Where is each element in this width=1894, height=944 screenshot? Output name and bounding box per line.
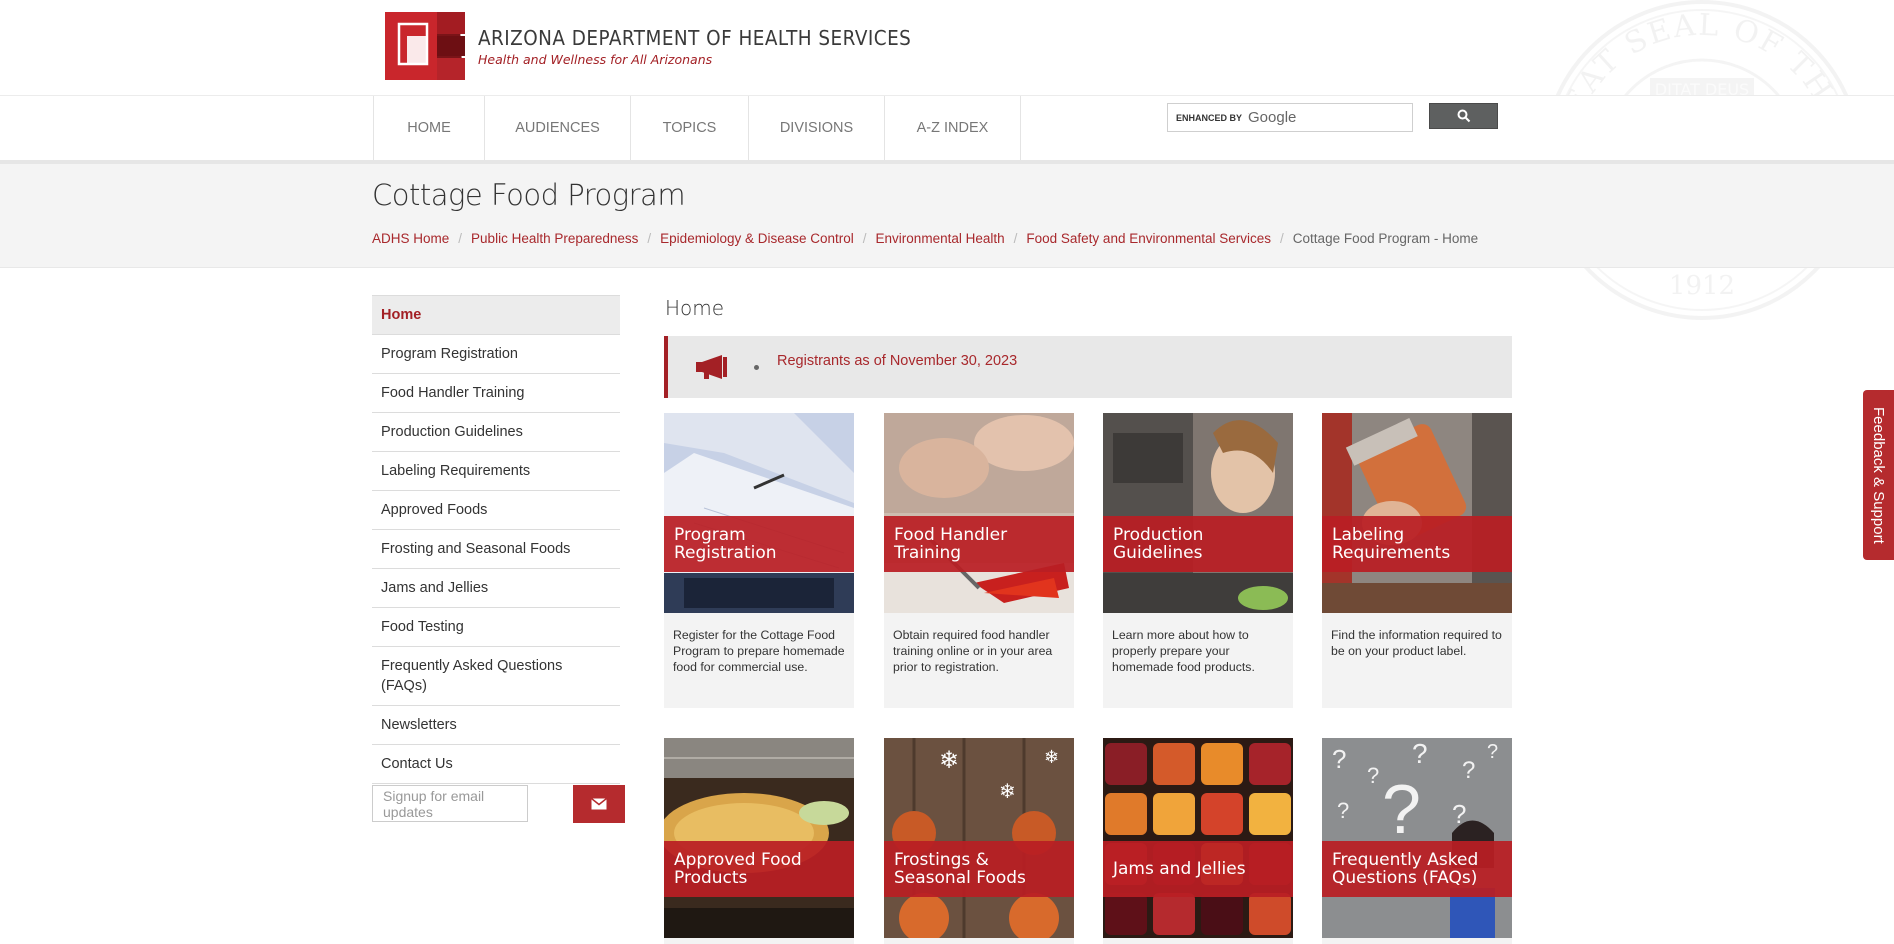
- breadcrumb-adhs-home[interactable]: ADHS Home: [372, 231, 449, 246]
- nav-az-index-label: A-Z INDEX: [916, 120, 989, 136]
- sidebar-item-approved-foods[interactable]: Approved Foods: [372, 491, 620, 530]
- email-signup-button[interactable]: [573, 785, 625, 823]
- alert-link[interactable]: Registrants as of November 30, 2023: [777, 353, 1017, 369]
- card-label: Program Registration: [664, 516, 854, 572]
- svg-text:?: ?: [1412, 738, 1428, 769]
- card-description: Register for the Cottage Food Program to…: [673, 628, 845, 674]
- nav-audiences-label: AUDIENCES: [515, 120, 600, 136]
- nav-home[interactable]: HOME: [373, 96, 484, 160]
- laptop-paperwork-image: [664, 413, 854, 613]
- card-approved-food-products[interactable]: Approved Food Products: [664, 738, 854, 944]
- card-frostings-seasonal[interactable]: ❄ ❄ ❄ Frostings & Seasonal Foods: [884, 738, 1074, 944]
- jam-jars-image: [1103, 738, 1293, 938]
- jar-label-image: [1322, 413, 1512, 613]
- breadcrumb: ADHS Home / Public Health Preparedness / E…: [372, 231, 1479, 246]
- sidebar-item-food-handler-training[interactable]: Food Handler Training: [372, 374, 620, 413]
- sidebar-item-frosting-seasonal[interactable]: Frosting and Seasonal Foods: [372, 530, 620, 569]
- card-label: Food Handler Training: [884, 516, 1074, 572]
- email-signup-input[interactable]: Signup for email updates: [372, 785, 528, 822]
- sidebar-item-production-guidelines[interactable]: Production Guidelines: [372, 413, 620, 452]
- card-faqs[interactable]: ? ? ? ? ? ? ? ? Frequently Asked Questio…: [1322, 738, 1512, 944]
- nav-divisions-label: DIVISIONS: [779, 120, 854, 136]
- breadcrumb-environmental-health[interactable]: Environmental Health: [876, 231, 1005, 246]
- sidebar-item-jams-jellies[interactable]: Jams and Jellies: [372, 569, 620, 608]
- card-program-registration[interactable]: Program Registration Register for the Co…: [664, 413, 854, 708]
- card-description: Learn more about how to properly prepare…: [1112, 628, 1255, 674]
- adhs-logo[interactable]: [385, 10, 467, 82]
- envelope-icon: [591, 798, 607, 810]
- card-label: Production Guidelines: [1103, 516, 1293, 572]
- breadcrumb-epidemiology[interactable]: Epidemiology & Disease Control: [660, 231, 854, 246]
- search-enhanced-label: ENHANCED BY: [1176, 112, 1243, 123]
- breadcrumb-current: Cottage Food Program - Home: [1292, 231, 1479, 246]
- sidebar-item-contact-us[interactable]: Contact Us: [372, 745, 620, 784]
- svg-text:?: ?: [1367, 763, 1379, 788]
- question-marks-image: ? ? ? ? ? ? ? ?: [1322, 738, 1512, 938]
- card-label: Frequently Asked Questions (FAQs): [1322, 841, 1512, 897]
- card-description: Obtain required food handler training on…: [893, 628, 1053, 674]
- google-brand: Google: [1248, 109, 1297, 126]
- card-description: Find the information required to be on y…: [1331, 628, 1502, 658]
- main-navbar: HOME AUDIENCES TOPICS DIVISIONS A-Z INDE…: [0, 95, 1894, 165]
- org-tagline: Health and Wellness for All Arizonans: [478, 52, 713, 67]
- search-input[interactable]: ENHANCED BY Google: [1167, 103, 1413, 132]
- svg-text:❄: ❄: [939, 747, 959, 774]
- content-title: Home: [665, 296, 725, 320]
- svg-text:?: ?: [1462, 757, 1475, 784]
- sidebar-nav: Home Program Registration Food Handler T…: [372, 295, 620, 784]
- svg-text:?: ?: [1332, 744, 1346, 774]
- holiday-cookies-image: ❄ ❄ ❄: [884, 738, 1074, 938]
- sidebar-item-program-registration[interactable]: Program Registration: [372, 335, 620, 374]
- card-production-guidelines[interactable]: Production Guidelines Learn more about h…: [1103, 413, 1293, 708]
- sidebar-item-food-testing[interactable]: Food Testing: [372, 608, 620, 647]
- card-labeling-requirements[interactable]: Labeling Requirements Find the informati…: [1322, 413, 1512, 708]
- card-food-handler-training[interactable]: Food Handler Training Obtain required fo…: [884, 413, 1074, 708]
- card-label: Labeling Requirements: [1322, 516, 1512, 572]
- svg-text:?: ?: [1337, 798, 1349, 823]
- nav-topics-label: TOPICS: [662, 120, 717, 136]
- nav-home-label: HOME: [407, 120, 451, 136]
- svg-text:❄: ❄: [999, 781, 1016, 803]
- svg-text:?: ?: [1382, 770, 1421, 848]
- breadcrumb-food-safety[interactable]: Food Safety and Environmental Services: [1026, 231, 1271, 246]
- card-label: Jams and Jellies: [1103, 841, 1293, 897]
- nav-audiences[interactable]: AUDIENCES: [484, 96, 630, 160]
- page-title: Cottage Food Program: [372, 178, 686, 212]
- nav-az-index[interactable]: A-Z INDEX: [884, 96, 1021, 160]
- card-jams-jellies[interactable]: Jams and Jellies: [1103, 738, 1293, 944]
- search-button[interactable]: [1429, 103, 1498, 129]
- alert-banner: Registrants as of November 30, 2023: [664, 336, 1512, 398]
- nav-topics[interactable]: TOPICS: [630, 96, 748, 160]
- baked-dish-image: [664, 738, 854, 938]
- nav-divisions[interactable]: DIVISIONS: [748, 96, 884, 160]
- page-title-band: Cottage Food Program ADHS Home / Public H…: [0, 164, 1894, 268]
- svg-text:?: ?: [1487, 741, 1498, 763]
- svg-text:❄: ❄: [1044, 747, 1059, 767]
- org-name: ARIZONA DEPARTMENT OF HEALTH SERVICES: [478, 26, 912, 50]
- site-header: ARIZONA DEPARTMENT OF HEALTH SERVICES He…: [0, 0, 1894, 320]
- seal-year: 1912: [1669, 271, 1735, 301]
- megaphone-icon: [696, 355, 727, 379]
- sidebar-item-newsletters[interactable]: Newsletters: [372, 706, 620, 745]
- card-label: Frostings & Seasonal Foods: [884, 841, 1074, 897]
- alert-bullet: [754, 365, 759, 370]
- sidebar-item-labeling-requirements[interactable]: Labeling Requirements: [372, 452, 620, 491]
- cutting-peppers-image: [884, 413, 1074, 613]
- feedback-label: Feedback & Support: [1870, 406, 1887, 544]
- breadcrumb-public-health-preparedness[interactable]: Public Health Preparedness: [471, 231, 638, 246]
- woman-cooking-image: [1103, 413, 1293, 613]
- sidebar-item-home[interactable]: Home: [372, 295, 620, 335]
- search-icon: [1457, 109, 1470, 123]
- main-nav: HOME AUDIENCES TOPICS DIVISIONS A-Z INDE…: [373, 96, 1021, 160]
- sidebar-item-faqs[interactable]: Frequently Asked Questions (FAQs): [372, 647, 620, 706]
- feedback-support-tab[interactable]: Feedback & Support: [1863, 390, 1894, 560]
- card-label: Approved Food Products: [664, 841, 854, 897]
